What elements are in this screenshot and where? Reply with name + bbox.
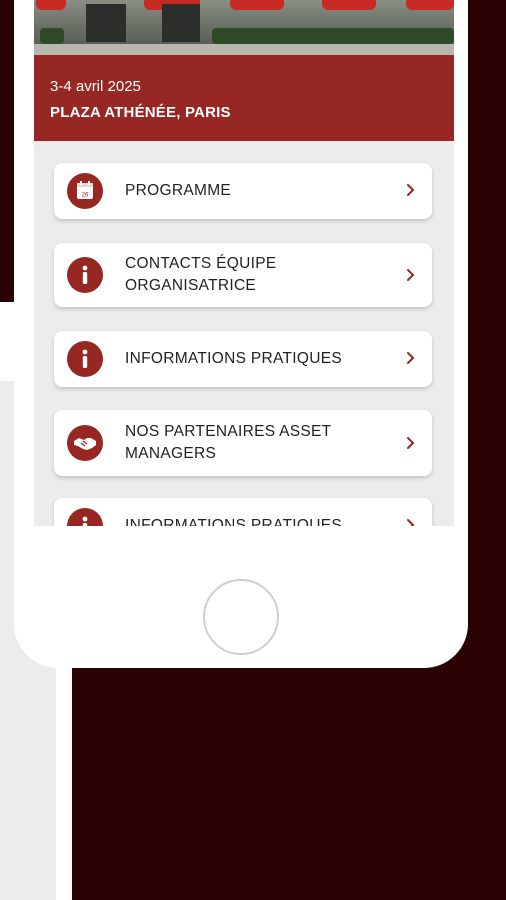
- info-icon: [67, 508, 103, 526]
- menu-item-label: INFORMATIONS PRATIQUES: [125, 517, 343, 526]
- info-icon: [67, 341, 103, 377]
- menu-item-programme[interactable]: 26 PROGRAMME: [54, 163, 432, 219]
- menu-item-infos-pratiques-2[interactable]: INFORMATIONS PRATIQUES: [54, 498, 432, 526]
- event-banner: 3-4 avril 2025 PLAZA ATHÉNÉE, PARIS: [34, 55, 454, 141]
- phone-frame: 3-4 avril 2025 PLAZA ATHÉNÉE, PARIS 26 P…: [14, 0, 468, 668]
- menu-item-partenaires[interactable]: NOS PARTENAIRES ASSET MANAGERS: [54, 410, 432, 476]
- chevron-right-icon: [406, 436, 416, 455]
- menu-item-label: CONTACTS ÉQUIPE ORGANISATRICE: [125, 255, 277, 294]
- chevron-right-icon: [406, 518, 416, 526]
- handshake-icon: [67, 425, 103, 461]
- calendar-icon: 26: [67, 173, 103, 209]
- svg-text:26: 26: [82, 193, 89, 199]
- event-date: 3-4 avril 2025: [50, 78, 141, 95]
- chevron-right-icon: [406, 183, 416, 202]
- app-screen: 3-4 avril 2025 PLAZA ATHÉNÉE, PARIS 26 P…: [34, 0, 454, 526]
- menu-item-contacts[interactable]: CONTACTS ÉQUIPE ORGANISATRICE: [54, 243, 432, 307]
- hotel-photo: [34, 0, 454, 55]
- chevron-right-icon: [406, 351, 416, 370]
- menu-item-label: PROGRAMME: [125, 182, 232, 199]
- home-button[interactable]: [203, 579, 279, 655]
- event-venue: PLAZA ATHÉNÉE, PARIS: [50, 104, 231, 121]
- menu-item-label: INFORMATIONS PRATIQUES: [125, 350, 343, 367]
- chevron-right-icon: [406, 268, 416, 287]
- menu-item-infos-pratiques[interactable]: INFORMATIONS PRATIQUES: [54, 331, 432, 387]
- info-icon: [67, 257, 103, 293]
- menu-item-label: NOS PARTENAIRES ASSET MANAGERS: [125, 423, 332, 462]
